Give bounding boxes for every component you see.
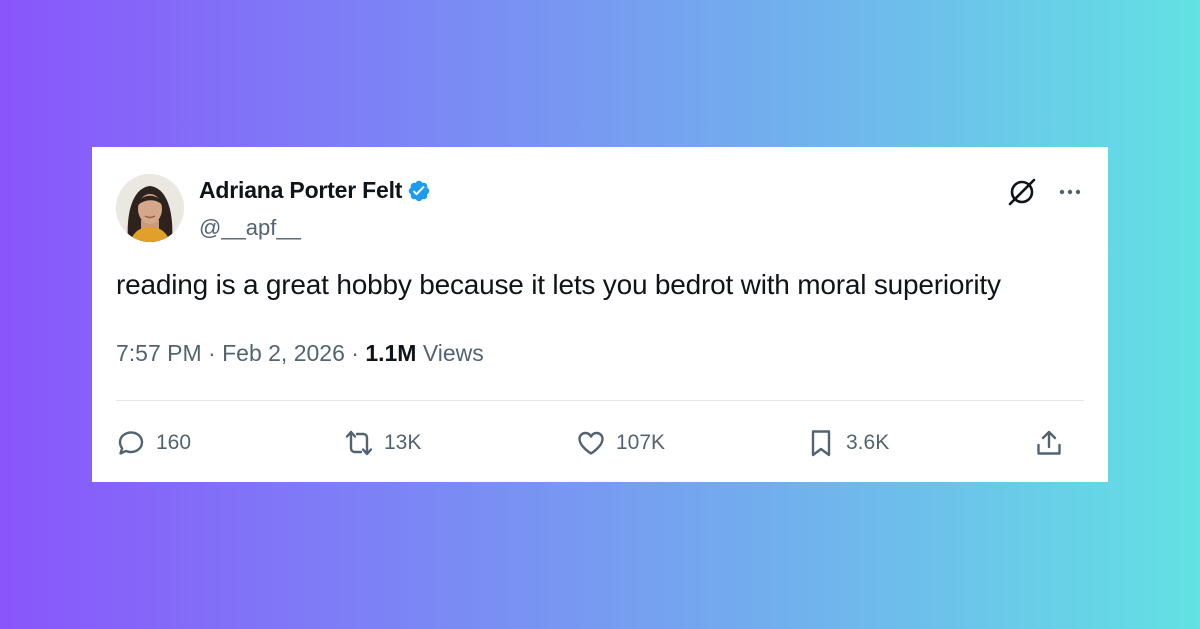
tweet-meta: 7:57 PM · Feb 2, 2026 · 1.1M Views	[116, 340, 484, 367]
share-button[interactable]	[1034, 425, 1064, 461]
reply-button[interactable]: 160	[116, 425, 191, 461]
share-icon	[1037, 430, 1061, 455]
avatar-photo	[116, 174, 184, 242]
verified-badge-icon	[407, 179, 431, 203]
reply-icon	[118, 431, 144, 455]
grok-icon[interactable]	[1007, 177, 1037, 207]
meta-separator: ·	[351, 340, 359, 366]
bookmark-icon	[811, 430, 831, 457]
repost-button[interactable]: 13K	[344, 425, 421, 461]
tweet-text: reading is a great hobby because it lets…	[116, 269, 1001, 300]
like-icon	[578, 431, 604, 455]
more-options-icon[interactable]	[1057, 179, 1083, 205]
like-button[interactable]: 107K	[576, 425, 665, 461]
bookmark-count: 3.6K	[846, 431, 890, 454]
like-count: 107K	[616, 431, 666, 454]
divider	[116, 400, 1084, 401]
action-bar: 160 13K 107K 3.6K	[116, 425, 1084, 461]
avatar[interactable]	[116, 174, 184, 242]
repost-icon	[345, 430, 373, 456]
tweet-date[interactable]: Feb 2, 2026	[222, 340, 345, 366]
meta-separator: ·	[208, 340, 216, 366]
views-count[interactable]: 1.1M	[365, 340, 416, 366]
author-display-name[interactable]: Adriana Porter Felt	[199, 177, 402, 204]
reply-count: 160	[156, 431, 192, 454]
author-handle[interactable]: @__apf__	[199, 215, 301, 241]
bookmark-button[interactable]: 3.6K	[806, 425, 889, 461]
views-label: Views	[422, 340, 484, 366]
tweet-time[interactable]: 7:57 PM	[116, 340, 202, 366]
repost-count: 13K	[384, 431, 422, 454]
tweet-card: Adriana Porter Felt @__apf__ reading is …	[92, 147, 1108, 482]
author-name-row: Adriana Porter Felt	[199, 177, 431, 204]
